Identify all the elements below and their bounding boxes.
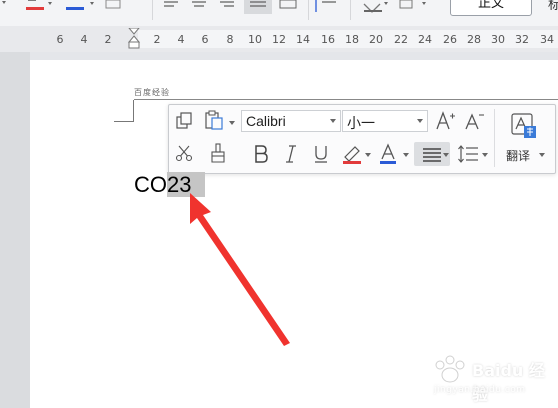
distributed-icon[interactable]: [279, 0, 297, 9]
ribbon-align-icons: [164, 0, 297, 14]
ruler-tick-label: 2: [153, 33, 161, 46]
watermark-url: jingyan.baidu.com: [434, 385, 526, 395]
align-center-icon[interactable]: [192, 1, 206, 7]
font-name-value: Calibri: [246, 113, 286, 129]
ruler-tick-label: 26: [443, 33, 457, 46]
font-size-value: 小一: [347, 115, 375, 131]
paw-logo-icon: [435, 355, 465, 383]
line-spacing-icon: [458, 145, 478, 163]
ruler-tick-label: 22: [394, 33, 408, 46]
ruler-tick-label: 24: [418, 33, 432, 46]
ribbon-separator: [152, 0, 153, 20]
ribbon-shading-icons: [363, 0, 426, 13]
dropdown-caret-icon[interactable]: [422, 2, 426, 5]
ruler-tick-label: 18: [345, 33, 359, 46]
line-spacing-icon[interactable]: [312, 0, 342, 14]
font-color-button[interactable]: [375, 141, 401, 167]
page-header-label: 百度经验: [134, 88, 170, 97]
ruler-tick-label: 34: [540, 33, 554, 46]
highlight-color-bar: [26, 7, 44, 10]
grow-font-icon: [436, 111, 455, 130]
cut-button[interactable]: [173, 142, 195, 164]
ruler-tick-label: 4: [80, 33, 88, 46]
bold-icon: [255, 145, 268, 163]
ruler-tick-label: 8: [226, 33, 234, 46]
left-workspace-margin: [0, 52, 30, 408]
translate-label[interactable]: 翻译: [506, 147, 530, 164]
font-color-dropdown-caret[interactable]: [403, 153, 409, 157]
font-color-bar: [66, 7, 84, 10]
dropdown-caret-icon[interactable]: [48, 2, 52, 5]
dropdown-caret-icon[interactable]: [384, 2, 388, 5]
ruler-tick-label: 6: [56, 33, 64, 46]
highlighter-icon: [343, 146, 361, 164]
shrink-font-icon: [465, 113, 484, 130]
bold-button[interactable]: [249, 141, 273, 167]
floating-mini-toolbar: Calibri 小一 翻译: [168, 104, 556, 174]
line-spacing-dropdown-caret[interactable]: [482, 153, 488, 157]
header-divider: [134, 99, 558, 100]
char-border-icon[interactable]: [105, 0, 121, 9]
style-normal-button[interactable]: 正文: [450, 0, 532, 16]
highlight-dropdown-caret[interactable]: [365, 153, 371, 157]
align-dropdown-caret[interactable]: [443, 153, 449, 157]
ruler-tick-label: 30: [491, 33, 505, 46]
font-name-select[interactable]: Calibri: [241, 110, 341, 132]
ruler-tick-label: 4: [177, 33, 185, 46]
translate-icon: [511, 113, 536, 138]
watermark-title: Baidu 经验: [472, 361, 545, 404]
ruler-tick-label: 16: [321, 33, 335, 46]
baidu-watermark: Baidu 经验 jingyan.baidu.com: [432, 355, 558, 404]
copy-icon: [176, 112, 192, 129]
italic-icon: [286, 145, 296, 163]
text-run-plain[interactable]: CO: [134, 172, 167, 197]
ruler-tick-label: 6: [201, 33, 209, 46]
italic-button[interactable]: [279, 141, 303, 167]
align-justify-icon: [423, 148, 441, 162]
translate-dropdown-caret[interactable]: [539, 153, 545, 157]
font-size-select[interactable]: 小一: [342, 110, 428, 132]
ruler-tick-label: 32: [515, 33, 529, 46]
ruler-tick-label: 2: [104, 33, 112, 46]
grow-font-button[interactable]: [434, 109, 456, 133]
ruler-tick-label: 14: [296, 33, 310, 46]
ribbon-separator: [308, 0, 309, 20]
format-painter-button[interactable]: [207, 141, 229, 165]
paste-dropdown-caret[interactable]: [229, 121, 235, 125]
translate-button[interactable]: [507, 109, 539, 143]
shrink-font-button[interactable]: [463, 109, 485, 133]
copy-button[interactable]: [173, 110, 195, 132]
paste-icon: [205, 110, 223, 130]
ruler-tick-label: 20: [369, 33, 383, 46]
align-left-icon[interactable]: [164, 1, 178, 7]
ruler-tick-label: 10: [248, 33, 262, 46]
line-spacing-button[interactable]: [455, 141, 481, 167]
ribbon-separator: [350, 0, 351, 20]
margin-corner-mark: [114, 121, 134, 122]
margin-corner-mark: [133, 100, 134, 122]
ruler-tick-label: 28: [467, 33, 481, 46]
underline-button[interactable]: [309, 141, 333, 167]
style-heading-button[interactable]: 标: [548, 0, 558, 13]
annotation-arrow: [190, 193, 290, 346]
dropdown-caret-icon[interactable]: [2, 1, 6, 4]
toolbar-separator: [494, 109, 495, 167]
horizontal-ruler[interactable]: 6 4 2 2 4 6 8 10 12 14 16 18 20 22 24 26…: [0, 26, 558, 52]
chevron-down-icon: [330, 119, 336, 123]
ribbon-format-icons: [2, 0, 121, 10]
format-painter-icon: [211, 143, 225, 163]
align-right-icon[interactable]: [220, 1, 234, 7]
font-color-icon: [380, 143, 396, 164]
borders-icon[interactable]: [399, 0, 413, 9]
underline-icon: [315, 146, 327, 163]
chevron-down-icon: [417, 119, 423, 123]
highlight-button[interactable]: [339, 141, 365, 167]
dropdown-caret-icon[interactable]: [90, 2, 94, 5]
indent-marker-icon[interactable]: [127, 28, 141, 50]
ribbon-strip: 正文 标: [0, 0, 558, 27]
paste-button[interactable]: [203, 109, 225, 131]
ruler-tick-label: 12: [272, 33, 286, 46]
scissors-icon: [175, 145, 193, 162]
